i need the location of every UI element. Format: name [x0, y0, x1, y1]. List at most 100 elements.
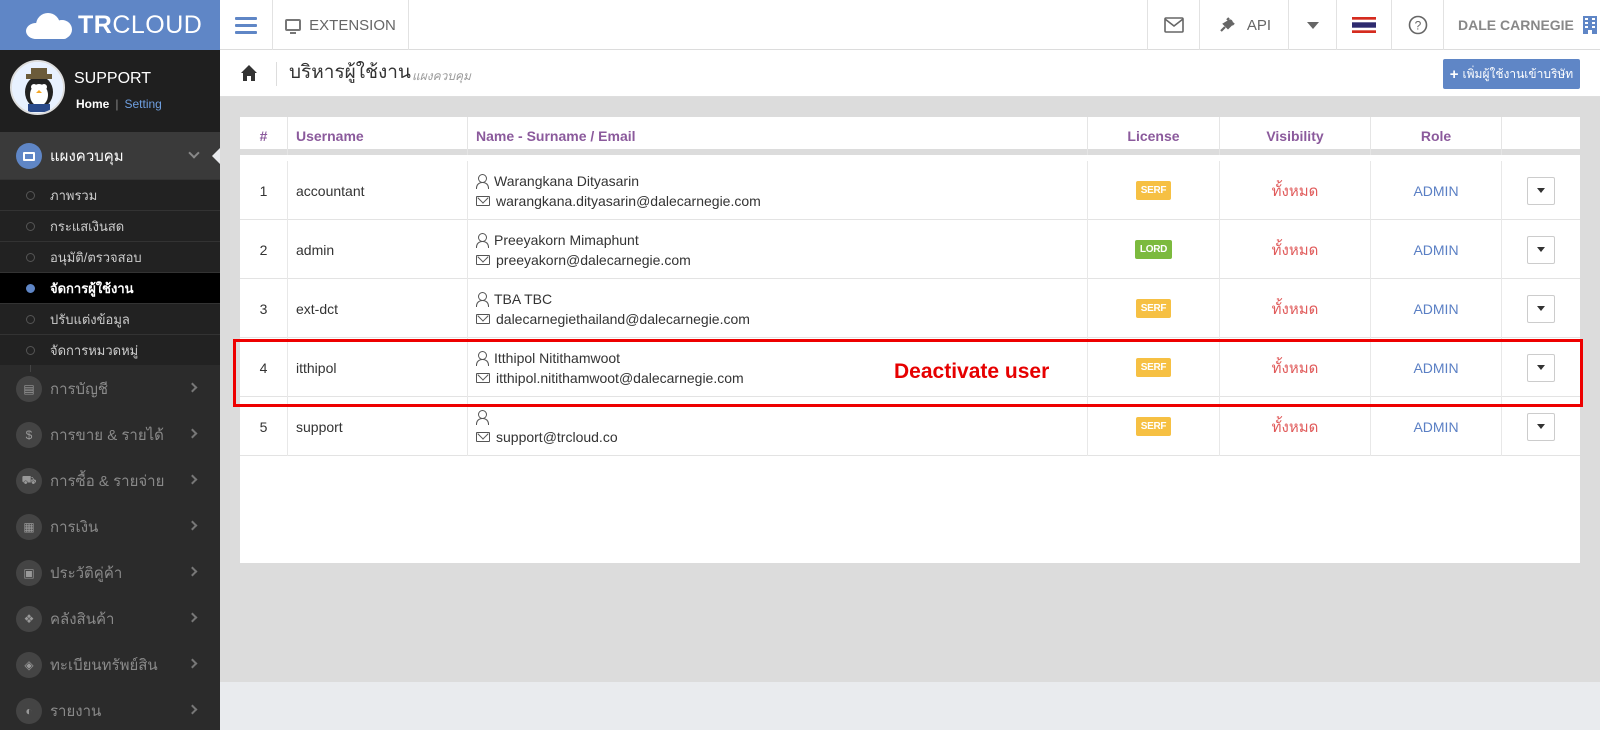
row-email: warangkana.dityasarin@dalecarnegie.com: [496, 192, 761, 209]
row-actions-dropdown[interactable]: [1527, 294, 1555, 323]
sidebar-group-reports[interactable]: ◐ รายงาน: [0, 688, 220, 730]
row-name-email: TBA TBC dalecarnegiethailand@dalecarnegi…: [468, 279, 1088, 338]
cloud-icon: [26, 11, 74, 39]
table-row: 3 ext-dct TBA TBC dalecarnegiethailand@d…: [240, 279, 1580, 338]
row-role[interactable]: ADMIN: [1371, 279, 1502, 338]
row-actions-dropdown[interactable]: [1527, 176, 1555, 205]
contact-icon: ▣: [16, 560, 42, 586]
envelope-icon: [476, 313, 490, 324]
row-username: ext-dct: [288, 279, 468, 338]
svg-text:?: ?: [1414, 19, 1421, 33]
user-icon: [476, 173, 489, 189]
chevron-right-icon: [187, 566, 198, 577]
language-button[interactable]: [1336, 0, 1391, 50]
row-role[interactable]: ADMIN: [1371, 220, 1502, 279]
chevron-right-icon: [187, 658, 198, 669]
caret-down-icon: [1537, 424, 1545, 429]
sidebar-group-accounting[interactable]: ▤ การบัญชี: [0, 366, 220, 412]
sidebar-item-customize-data[interactable]: ปรับแต่งข้อมูล: [0, 303, 220, 334]
mail-icon: [1163, 17, 1184, 33]
book-icon: ▤: [16, 376, 42, 402]
user-name: DALE CARNEGIE: [1458, 17, 1574, 33]
user-icon: [476, 232, 489, 248]
row-visibility[interactable]: ทั้งหมด: [1220, 220, 1371, 279]
extension-label: EXTENSION: [309, 16, 396, 34]
envelope-icon: [476, 431, 490, 442]
table-header: # Username Name - Surname / Email Licens…: [240, 117, 1580, 155]
sidebar-group-contacts[interactable]: ▣ ประวัติคู่ค้า: [0, 550, 220, 596]
sidebar-item-cashflow[interactable]: กระแสเงินสด: [0, 210, 220, 241]
table-row: 2 admin Preeyakorn Mimaphunt preeyakorn@…: [240, 220, 1580, 279]
cart-icon: ⛟: [16, 468, 42, 494]
plus-icon: +: [1449, 65, 1459, 83]
sidebar-group-sales[interactable]: $ การขาย & รายได้: [0, 412, 220, 458]
api-button[interactable]: API: [1199, 0, 1288, 50]
row-username: accountant: [288, 161, 468, 220]
row-role[interactable]: ADMIN: [1371, 161, 1502, 220]
home-link[interactable]: Home: [76, 97, 109, 111]
table-row: 1 accountant Warangkana Dityasarin waran…: [240, 161, 1580, 220]
chevron-right-icon: [187, 704, 198, 715]
add-user-button[interactable]: + เพิ่มผู้ใช้งานเข้าบริษัท: [1443, 59, 1580, 89]
sidebar-group-inventory[interactable]: ❖ คลังสินค้า: [0, 596, 220, 642]
chevron-down-icon: [188, 147, 200, 159]
chevron-right-icon: [187, 382, 198, 393]
col-license: License: [1088, 117, 1220, 155]
trcloud-logo[interactable]: TRCLOUD: [0, 0, 220, 50]
col-number: #: [240, 117, 288, 155]
help-icon: ?: [1408, 15, 1427, 35]
chevron-right-icon: [187, 612, 198, 623]
sidebar-group-dashboard[interactable]: แผงควบคุม: [0, 132, 220, 180]
sidebar-item-categories[interactable]: จัดการหมวดหมู่: [0, 334, 220, 365]
breadcrumb[interactable]: แผงควบคุม: [412, 67, 471, 86]
extension-button[interactable]: EXTENSION: [272, 0, 409, 50]
sidebar-group-label: แผงควบคุม: [50, 148, 124, 165]
row-fullname: Preeyakorn Mimaphunt: [494, 231, 639, 248]
sidebar-item-user-management[interactable]: จัดการผู้ใช้งาน: [0, 272, 220, 303]
sidebar-group-finance[interactable]: ▦ การเงิน: [0, 504, 220, 550]
plug-icon: [1220, 17, 1235, 32]
user-icon: [476, 409, 489, 425]
top-bar: TRCLOUD EXTENSION API ? DALE CARNEGIE: [0, 0, 1600, 50]
row-username: admin: [288, 220, 468, 279]
link-separator: |: [115, 97, 119, 111]
boxes-icon: ❖: [16, 606, 42, 632]
monitor-icon: [16, 143, 42, 169]
row-number: 1: [240, 161, 288, 220]
help-button[interactable]: ?: [1391, 0, 1443, 50]
row-email: support@trcloud.co: [496, 428, 618, 445]
envelope-icon: [476, 254, 490, 265]
sidebar-item-overview[interactable]: ภาพรวม: [0, 179, 220, 210]
home-icon[interactable]: [240, 64, 258, 82]
thai-flag-icon: [1352, 17, 1376, 33]
dropdown-button[interactable]: [1288, 0, 1336, 50]
annotation-label: Deactivate user: [894, 360, 1050, 383]
row-name-email: Warangkana Dityasarin warangkana.dityasa…: [468, 161, 1088, 220]
row-fullname: Warangkana Dityasarin: [494, 172, 639, 189]
avatar[interactable]: [10, 60, 65, 115]
profile-links: Home | Setting: [76, 97, 162, 111]
sidebar-item-approval[interactable]: อนุมัติ/ตรวจสอบ: [0, 241, 220, 272]
license-badge: LORD: [1134, 240, 1173, 259]
sidebar-group-assets[interactable]: ◈ ทะเบียนทรัพย์สิน: [0, 642, 220, 688]
page-title: บริหารผู้ใช้งาน: [276, 62, 411, 86]
caret-down-icon: [1537, 188, 1545, 193]
sidebar-group-purchases[interactable]: ⛟ การซื้อ & รายจ่าย: [0, 458, 220, 504]
caret-down-icon: [1537, 306, 1545, 311]
mail-button[interactable]: [1147, 0, 1199, 50]
profile-panel: SUPPORT Home | Setting: [0, 50, 220, 132]
col-actions: [1502, 117, 1580, 155]
col-username: Username: [288, 117, 468, 155]
row-actions-dropdown[interactable]: [1527, 412, 1555, 441]
sidebar: SUPPORT Home | Setting แผงควบคุม ภาพรวม กร…: [0, 50, 220, 730]
api-label: API: [1246, 16, 1272, 34]
row-email: dalecarnegiethailand@dalecarnegie.com: [496, 310, 750, 327]
row-visibility[interactable]: ทั้งหมด: [1220, 279, 1371, 338]
company-user-button[interactable]: DALE CARNEGIE: [1443, 0, 1600, 50]
menu-toggle-button[interactable]: [220, 0, 272, 50]
row-visibility[interactable]: ทั้งหมด: [1220, 161, 1371, 220]
setting-link[interactable]: Setting: [124, 97, 161, 111]
envelope-icon: [476, 195, 490, 206]
caret-down-icon: [1306, 21, 1319, 29]
row-actions-dropdown[interactable]: [1527, 235, 1555, 264]
